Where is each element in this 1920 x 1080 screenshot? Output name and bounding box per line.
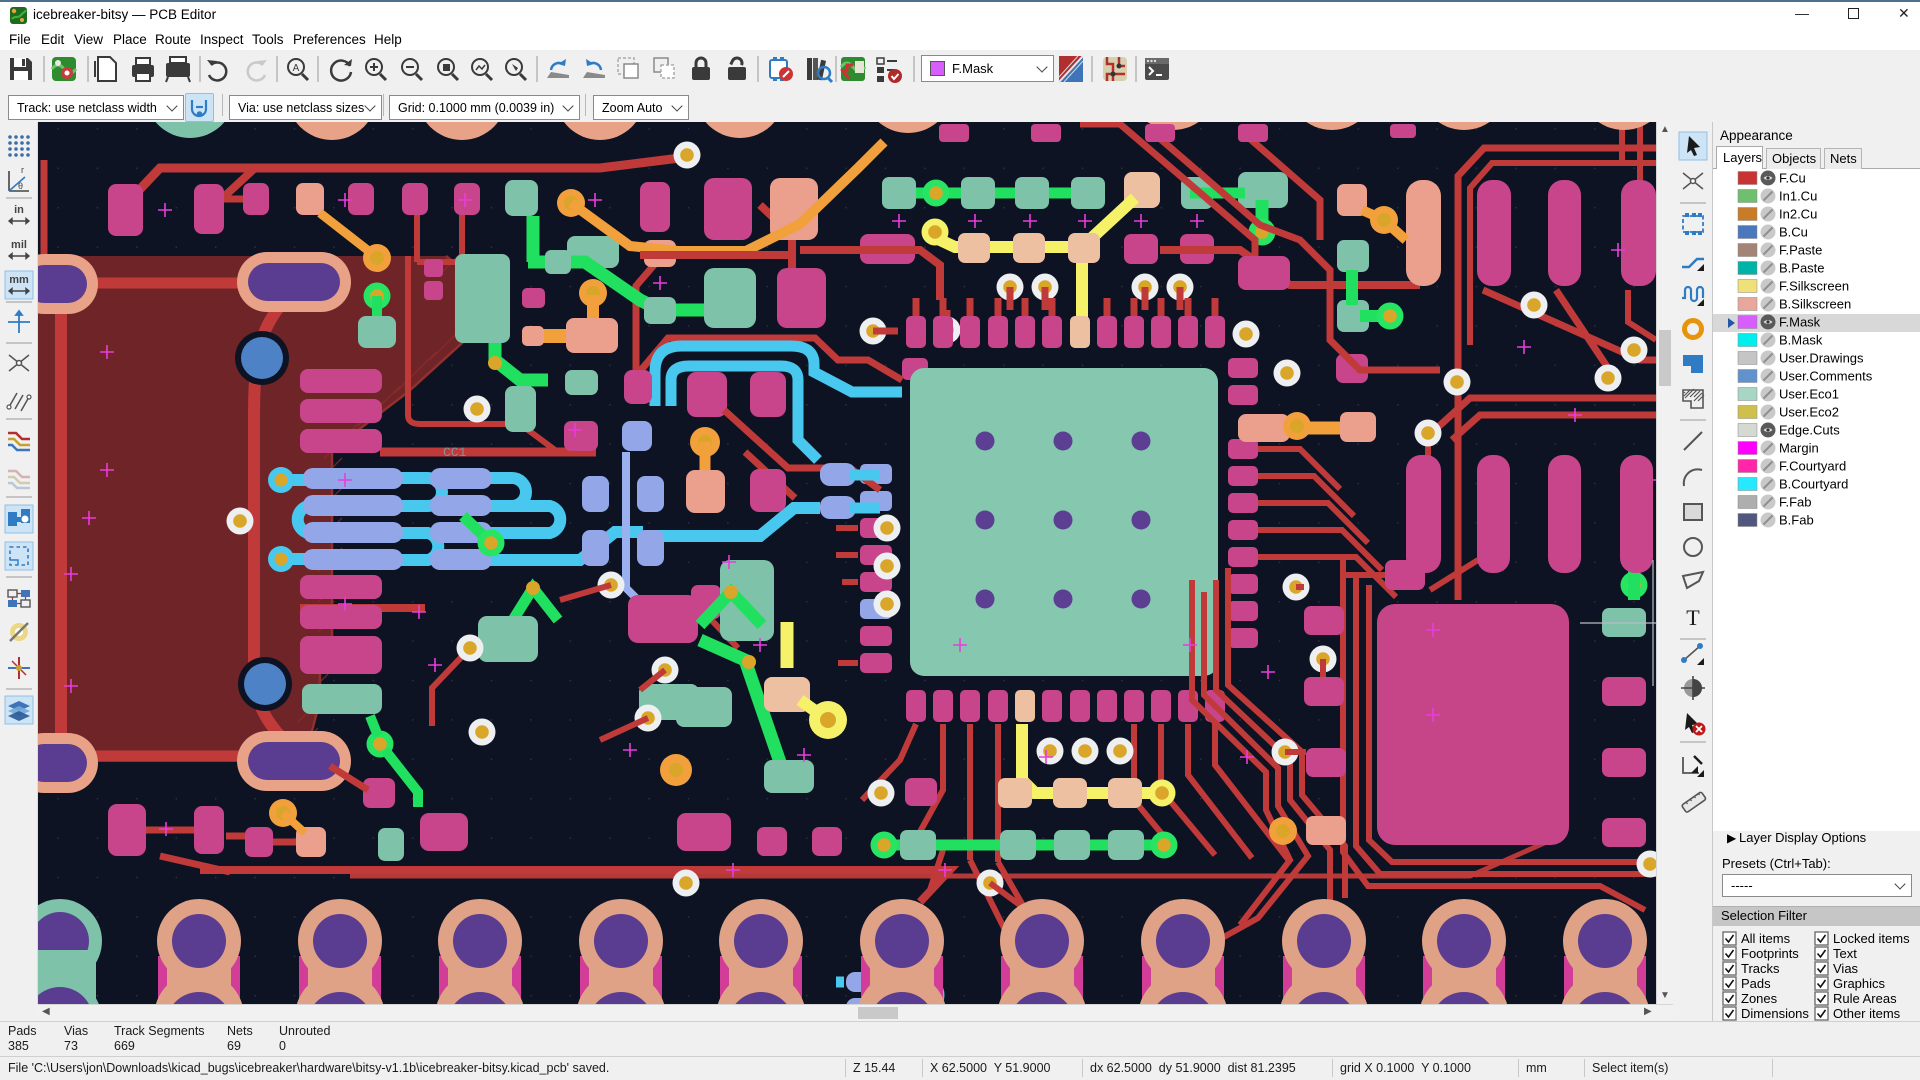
svg-text:Text: Text [1833,946,1857,961]
svg-text:B.Fab: B.Fab [1779,513,1814,528]
svg-text:θ: θ [18,181,23,191]
svg-text:In1.Cu: In1.Cu [1779,189,1817,204]
svg-text:B.Silkscreen: B.Silkscreen [1779,297,1851,312]
svg-text:r: r [21,165,24,175]
svg-text:User.Drawings: User.Drawings [1779,351,1864,366]
svg-text:F.Cu: F.Cu [1779,171,1806,186]
svg-text:All items: All items [1741,931,1791,946]
svg-text:mm: mm [9,274,29,286]
svg-text:in: in [14,204,24,216]
svg-text:CC1: CC1 [443,445,467,460]
svg-text:Graphics: Graphics [1833,976,1886,991]
svg-text:B.Courtyard: B.Courtyard [1779,477,1848,492]
svg-text:Zones: Zones [1741,991,1778,1006]
svg-text:Footprints: Footprints [1741,946,1799,961]
svg-text:Margin: Margin [1779,441,1819,456]
svg-text:A: A [293,63,300,74]
svg-text:Tracks: Tracks [1741,961,1780,976]
svg-text:User.Eco1: User.Eco1 [1779,387,1839,402]
svg-text:Dimensions: Dimensions [1741,1006,1809,1021]
svg-text:User.Comments: User.Comments [1779,369,1873,384]
svg-text:B.Paste: B.Paste [1779,261,1825,276]
svg-text:User.Eco2: User.Eco2 [1779,405,1839,420]
svg-text:Rule Areas: Rule Areas [1833,991,1897,1006]
svg-text:B.Cu: B.Cu [1779,225,1808,240]
svg-text:B.Mask: B.Mask [1779,333,1823,348]
svg-text:F.Silkscreen: F.Silkscreen [1779,279,1849,294]
svg-text:F.Mask: F.Mask [1779,315,1821,330]
svg-text:mil: mil [11,239,27,251]
svg-text:T: T [1686,605,1700,630]
svg-text:Vias: Vias [1833,961,1859,976]
svg-text:Edge.Cuts: Edge.Cuts [1779,423,1840,438]
svg-text:Pads: Pads [1741,976,1771,991]
svg-text:In2.Cu: In2.Cu [1779,207,1817,222]
svg-text:F.Courtyard: F.Courtyard [1779,459,1846,474]
svg-text:Locked items: Locked items [1833,931,1910,946]
svg-text:Other items: Other items [1833,1006,1901,1021]
svg-text:F.Fab: F.Fab [1779,495,1812,510]
svg-text:F.Paste: F.Paste [1779,243,1822,258]
